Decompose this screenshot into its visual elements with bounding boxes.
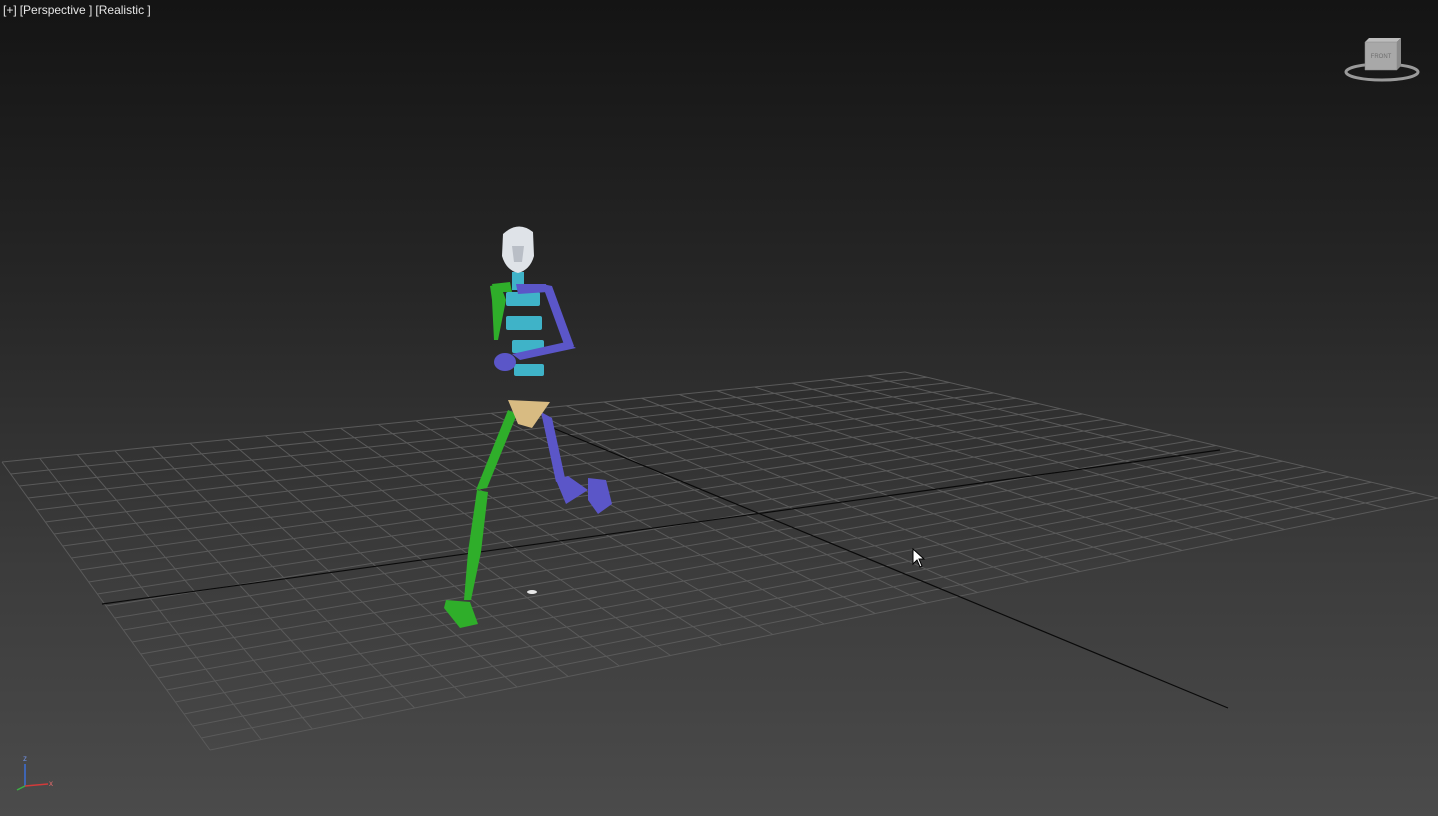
head-face-shade <box>512 246 524 262</box>
grid-line <box>131 450 1239 643</box>
viewport-point-of-view-menu[interactable]: [Perspective ] <box>20 3 93 17</box>
viewcube-face-label: FRONT <box>1371 54 1392 60</box>
spine-link-4[interactable] <box>514 364 544 376</box>
axis-x-label: x <box>49 779 53 788</box>
viewcube-side-face[interactable] <box>1397 38 1401 70</box>
spine-link-1[interactable] <box>506 292 540 306</box>
axis-z-label: z <box>23 754 27 763</box>
left-upper-arm-bone[interactable] <box>490 284 506 340</box>
grid-line <box>791 382 1285 530</box>
axis-x-line <box>24 783 49 787</box>
biped-left-arm[interactable] <box>490 282 512 340</box>
axis-tripod-icon: z x <box>16 754 53 791</box>
viewcube-top-face[interactable] <box>1365 38 1401 42</box>
left-foot-bone[interactable] <box>444 600 478 628</box>
right-calf-bone[interactable] <box>556 476 588 504</box>
axis-y-line <box>16 785 26 791</box>
grid-line <box>904 371 1438 499</box>
grid-line <box>140 455 1261 655</box>
viewcube-icon[interactable]: FRONT <box>1343 36 1421 86</box>
right-foot-bone[interactable] <box>588 478 612 514</box>
biped-root-marker[interactable] <box>527 590 537 594</box>
right-thigh-bone[interactable] <box>541 412 565 482</box>
grid-line <box>175 476 1350 703</box>
viewport-shading-menu[interactable]: [Realistic ] <box>95 3 150 17</box>
home-axis-y-line <box>547 425 1229 709</box>
perspective-viewport[interactable]: [+] [Perspective ] [Realistic ] FRONT z … <box>0 0 1438 816</box>
grid-line <box>716 390 1183 551</box>
mouse-pointer-icon <box>912 548 926 568</box>
viewport-general-menu[interactable]: [+] <box>3 3 17 17</box>
left-clavicle-bone[interactable] <box>492 282 512 292</box>
biped-skeleton[interactable] <box>444 226 612 628</box>
biped-right-leg[interactable] <box>541 412 612 514</box>
grid-line <box>867 375 1387 509</box>
biped-head[interactable] <box>502 226 534 273</box>
grid-line <box>192 487 1394 727</box>
grid-line <box>149 460 1283 667</box>
spine-link-2[interactable] <box>506 316 542 330</box>
grid-line <box>603 401 1029 583</box>
ground-grid <box>1 371 1438 751</box>
viewport-scene[interactable] <box>0 0 1438 816</box>
viewport-label-menu: [+] [Perspective ] [Realistic ] <box>3 3 151 17</box>
right-hand-bone[interactable] <box>494 353 516 371</box>
right-upper-arm-bone[interactable] <box>542 284 574 350</box>
